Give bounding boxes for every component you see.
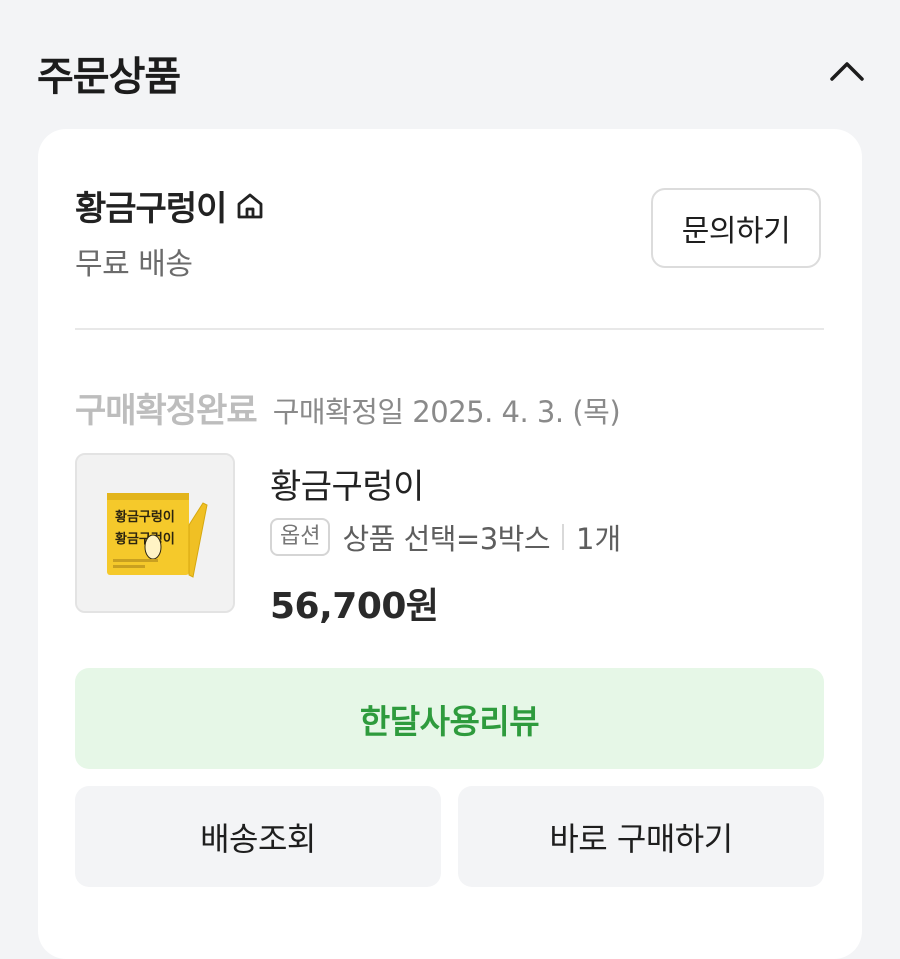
option-separator — [562, 524, 565, 550]
product-name[interactable]: 황금구렁이 — [270, 459, 424, 508]
order-products-header: 주문상품 — [0, 0, 900, 130]
divider — [75, 328, 824, 330]
svg-text:황금구렁이: 황금구렁이 — [115, 509, 175, 525]
store-home-icon[interactable] — [234, 190, 266, 222]
chevron-up-icon — [830, 62, 864, 81]
product-option-row: 옵션 상품 선택=3박스 1개 — [270, 516, 621, 558]
order-status-row: 구매확정완료 구매확정일 2025. 4. 3. (목) — [75, 383, 621, 432]
shipping-info: 무료 배송 — [75, 247, 193, 282]
option-badge: 옵션 — [270, 518, 331, 556]
option-quantity: 1개 — [576, 522, 622, 556]
buy-again-button[interactable]: 바로 구매하기 — [458, 786, 824, 887]
product-box-image: 황금구렁이 황금구렁이 — [77, 455, 233, 611]
seller-name[interactable]: 황금구렁이 — [75, 181, 227, 230]
inquiry-button[interactable]: 문의하기 — [651, 188, 821, 268]
product-price: 56,700원 — [270, 586, 439, 627]
review-button[interactable]: 한달사용리뷰 — [75, 668, 824, 769]
track-delivery-button[interactable]: 배송조회 — [75, 786, 441, 887]
order-status: 구매확정완료 — [75, 391, 258, 431]
collapse-button[interactable] — [822, 48, 872, 94]
option-text: 상품 선택=3박스 — [342, 522, 551, 556]
section-title: 주문상품 — [37, 54, 181, 100]
confirm-date: 구매확정일 2025. 4. 3. (목) — [272, 395, 621, 429]
product-thumbnail[interactable]: 황금구렁이 황금구렁이 — [75, 453, 235, 613]
order-card: 황금구렁이 무료 배송 문의하기 구매확정완료 구매확정일 2025. 4. 3… — [38, 129, 862, 959]
seller-row[interactable]: 황금구렁이 — [75, 181, 266, 230]
